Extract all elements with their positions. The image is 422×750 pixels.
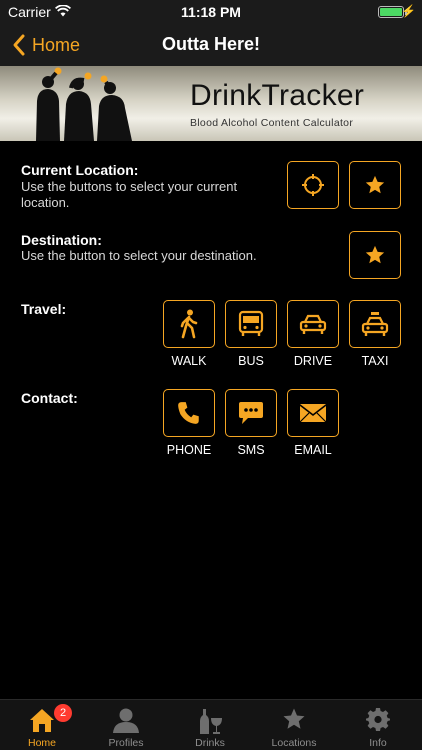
drinking-people-logo — [36, 67, 132, 141]
locate-me-button[interactable] — [287, 161, 339, 209]
notification-badge: 2 — [54, 704, 72, 722]
star-icon — [365, 175, 385, 194]
sms-button[interactable] — [225, 389, 277, 437]
walking-person-icon — [180, 309, 198, 339]
tab-locations-label: Locations — [271, 737, 317, 749]
app-name: DrinkTracker — [190, 79, 365, 112]
car-icon — [299, 314, 327, 334]
tab-drinks[interactable]: Drinks — [168, 700, 252, 750]
tab-info-label: Info — [369, 737, 387, 749]
drive-caption: DRIVE — [293, 354, 333, 368]
tab-bar: 2 Home Profiles Drinks Locations Info — [0, 699, 422, 750]
walk-caption: WALK — [171, 354, 207, 368]
taxi-icon — [361, 312, 389, 336]
star-icon — [283, 708, 305, 729]
tab-home[interactable]: 2 Home — [0, 700, 84, 750]
email-caption: EMAIL — [294, 443, 332, 457]
tab-drinks-label: Drinks — [195, 737, 225, 749]
navigation-bar: Home Outta Here! — [0, 24, 422, 66]
destination-description: Use the button to select your destinatio… — [21, 248, 257, 263]
gear-icon — [366, 708, 390, 731]
email-button[interactable] — [287, 389, 339, 437]
destination-label: Destination: — [21, 232, 102, 248]
favorite-destination-button[interactable] — [349, 231, 401, 279]
drive-button[interactable] — [287, 300, 339, 348]
current-location-label: Current Location: — [21, 162, 139, 178]
profile-icon — [113, 708, 139, 733]
walk-button[interactable] — [163, 300, 215, 348]
sms-caption: SMS — [237, 443, 265, 457]
crosshair-icon — [302, 174, 324, 196]
phone-caption: PHONE — [166, 443, 212, 457]
bus-caption: BUS — [238, 354, 264, 368]
drinks-icon — [200, 709, 222, 734]
tab-profiles-label: Profiles — [108, 737, 144, 749]
tab-info[interactable]: Info — [336, 700, 420, 750]
favorite-current-location-button[interactable] — [349, 161, 401, 209]
bus-icon — [238, 310, 264, 336]
home-icon — [30, 709, 54, 732]
charging-icon: ⚡ — [401, 4, 416, 18]
bus-button[interactable] — [225, 300, 277, 348]
star-icon — [365, 245, 385, 264]
page-title: Outta Here! — [161, 34, 260, 54]
app-banner: DrinkTracker Blood Alcohol Content Calcu… — [0, 66, 422, 141]
status-time: 11:18 PM — [181, 4, 241, 20]
app-tagline: Blood Alcohol Content Calculator — [190, 117, 354, 129]
tab-locations[interactable]: Locations — [252, 700, 336, 750]
current-location-description: Use the buttons to select your current l… — [21, 179, 238, 210]
contact-label: Contact: — [21, 390, 78, 406]
taxi-button[interactable] — [349, 300, 401, 348]
status-bar: Carrier 11:18 PM ⚡ — [0, 0, 422, 24]
phone-button[interactable] — [163, 389, 215, 437]
tab-home-label: Home — [27, 737, 56, 749]
chat-bubble-icon — [239, 402, 263, 424]
envelope-icon — [299, 404, 327, 423]
taxi-caption: TAXI — [361, 354, 389, 368]
tab-profiles[interactable]: Profiles — [84, 700, 168, 750]
phone-icon — [178, 402, 199, 424]
travel-label: Travel: — [21, 301, 67, 317]
